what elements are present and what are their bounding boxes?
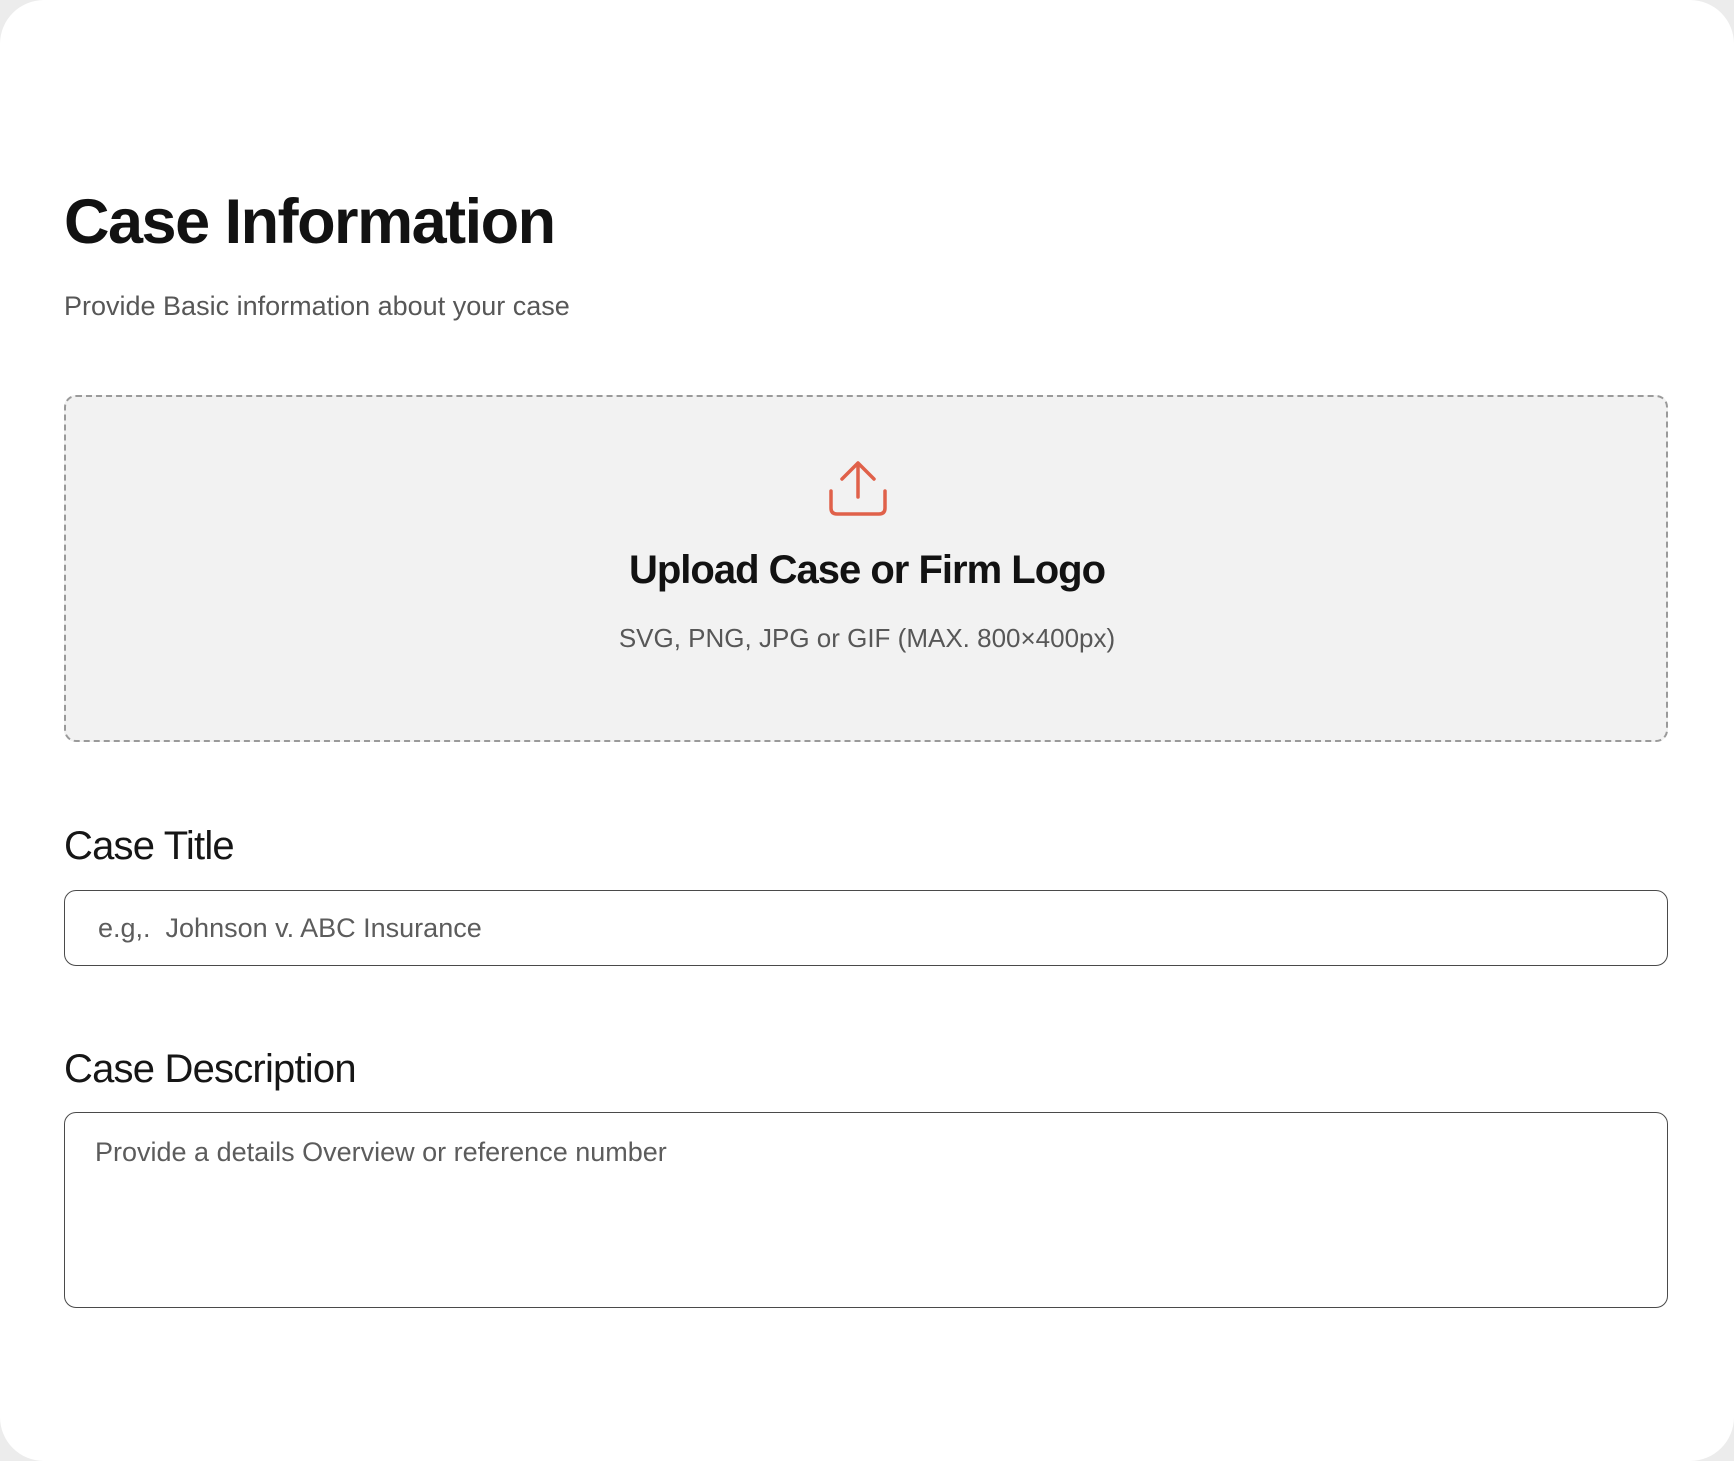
upload-title: Upload Case or Firm Logo: [628, 548, 1106, 592]
upload-icon: [829, 461, 887, 516]
page-subtitle: Provide Basic information about your cas…: [64, 291, 570, 321]
case-title-label: Case Title: [64, 824, 235, 868]
upload-file-types-hint: SVG, PNG, JPG or GIF (MAX. 800×400px): [618, 623, 1116, 653]
case-description-label: Case Description: [64, 1047, 357, 1091]
case-description-textarea[interactable]: [64, 1112, 1668, 1308]
page-title: Case Information: [64, 187, 556, 257]
case-title-input[interactable]: [64, 890, 1668, 966]
case-information-card: Case Information Provide Basic informati…: [0, 0, 1734, 1461]
